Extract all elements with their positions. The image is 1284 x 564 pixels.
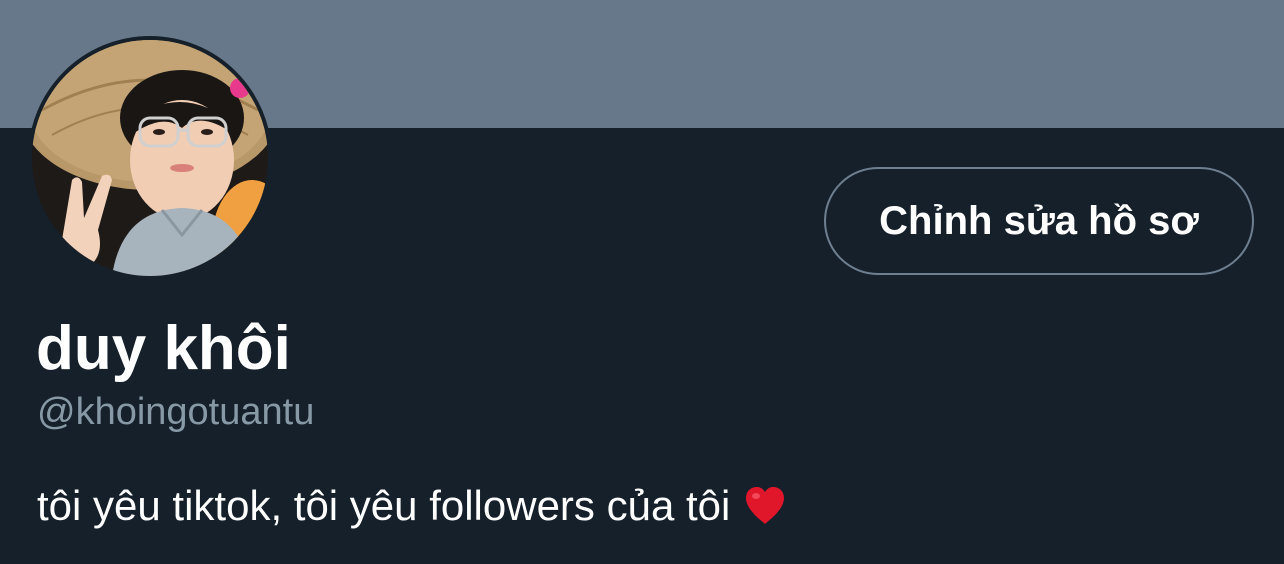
heart-icon: [742, 483, 788, 529]
display-name: duy khôi: [36, 314, 291, 383]
user-handle: @khoingotuantu: [37, 391, 315, 433]
avatar-photo: [32, 40, 268, 276]
avatar[interactable]: [28, 36, 272, 280]
bio: tôi yêu tiktok, tôi yêu followers của tô…: [37, 478, 788, 534]
edit-profile-button[interactable]: Chỉnh sửa hồ sơ: [824, 167, 1254, 275]
bio-text: tôi yêu tiktok, tôi yêu followers của tô…: [37, 482, 731, 529]
